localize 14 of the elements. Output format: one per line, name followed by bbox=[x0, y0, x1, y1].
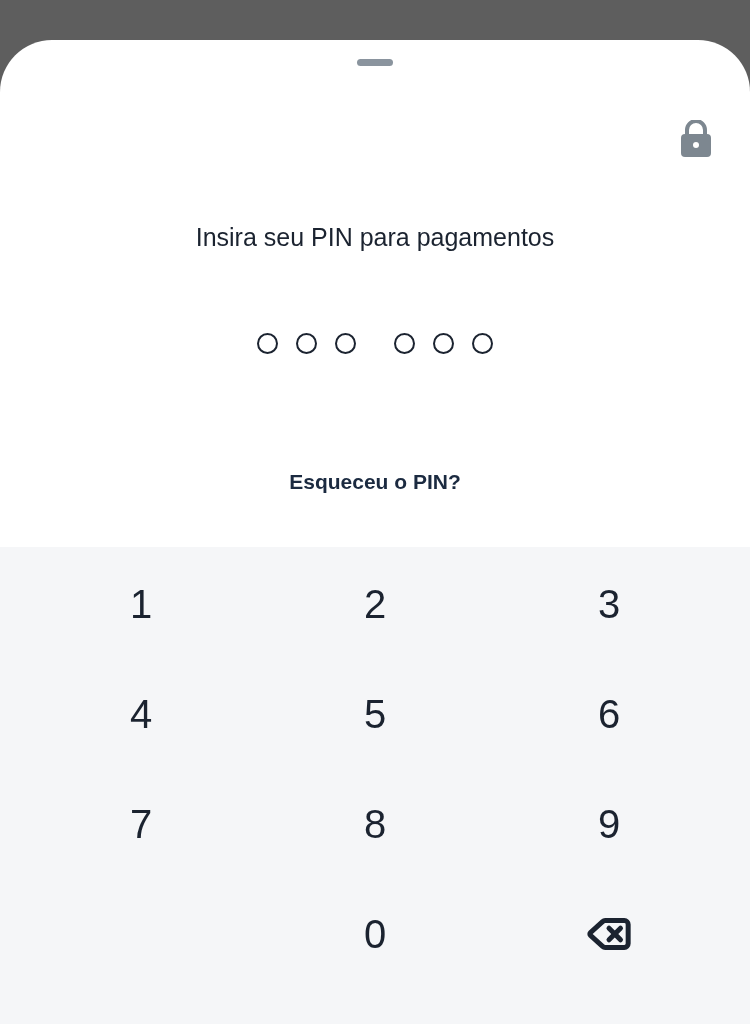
digit-key[interactable]: 7 bbox=[24, 769, 258, 879]
digit-key[interactable]: 2 bbox=[258, 549, 492, 659]
forgot-pin-link[interactable]: Esqueceu o PIN? bbox=[289, 465, 461, 497]
digit-key[interactable]: 6 bbox=[492, 659, 726, 769]
digit-key[interactable]: 4 bbox=[24, 659, 258, 769]
digit-key[interactable]: 9 bbox=[492, 769, 726, 879]
digit-key[interactable]: 1 bbox=[24, 549, 258, 659]
drag-handle[interactable] bbox=[357, 59, 393, 66]
digit-key[interactable]: 3 bbox=[492, 549, 726, 659]
pin-title: Insira seu PIN para pagamentos bbox=[195, 222, 555, 253]
lock-icon bbox=[680, 120, 712, 157]
digit-key[interactable]: 5 bbox=[258, 659, 492, 769]
digit-key[interactable]: 8 bbox=[258, 769, 492, 879]
digit-key[interactable]: 0 bbox=[258, 879, 492, 989]
